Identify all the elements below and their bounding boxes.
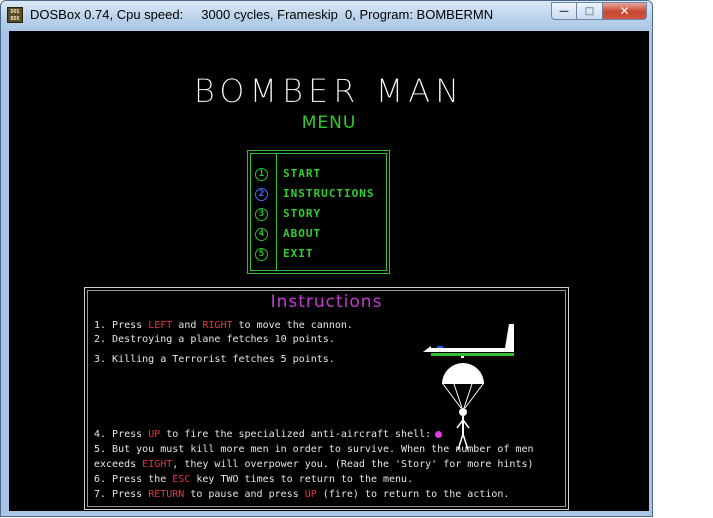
- menu-label-story: STORY: [283, 207, 322, 220]
- main-menu: 1 START 2 INSTRUCTIONS 3 STORY 4 ABOUT 5…: [247, 150, 390, 274]
- dosbox-icon[interactable]: DOS BOX: [7, 7, 23, 23]
- icon-text-top: DOS: [10, 9, 20, 15]
- window-controls: — □ ✕: [551, 2, 647, 20]
- menu-number-4: 4: [255, 228, 268, 241]
- title-bar[interactable]: DOS BOX DOSBox 0.74, Cpu speed: 3000 cyc…: [1, 1, 652, 31]
- menu-item-instructions[interactable]: 2 INSTRUCTIONS: [248, 187, 388, 205]
- instruction-line-2: 2. Destroying a plane fetches 10 points.: [94, 334, 335, 345]
- instructions-panel: Instructions 1. Press LEFT and RIGHT to …: [84, 287, 569, 510]
- instruction-line-1: 1. Press LEFT and RIGHT to move the cann…: [94, 320, 353, 331]
- menu-label-start: START: [283, 167, 322, 180]
- menu-number-3: 3: [255, 208, 268, 221]
- dosbox-window: DOS BOX DOSBox 0.74, Cpu speed: 3000 cyc…: [0, 0, 653, 517]
- menu-label-about: ABOUT: [283, 227, 322, 240]
- instruction-line-3: 3. Killing a Terrorist fetches 5 points.: [94, 354, 335, 365]
- menu-number-2: 2: [255, 188, 268, 201]
- window-title: DOSBox 0.74, Cpu speed: 3000 cycles, Fra…: [30, 7, 494, 22]
- instruction-line-7: 7. Press RETURN to pause and press UP (f…: [94, 489, 510, 500]
- menu-title: MENU: [301, 113, 357, 133]
- menu-item-start[interactable]: 1 START: [248, 167, 388, 185]
- menu-item-exit[interactable]: 5 EXIT: [248, 247, 388, 265]
- menu-item-story[interactable]: 3 STORY: [248, 207, 388, 225]
- icon-text-bottom: BOX: [10, 16, 20, 22]
- close-button[interactable]: ✕: [603, 2, 647, 20]
- plane-icon: [423, 324, 514, 358]
- shell-icon: [435, 430, 443, 438]
- instruction-line-5: 5. But you must kill more men in order t…: [94, 444, 534, 455]
- instruction-line-4: 4. Press UP to fire the specialized anti…: [94, 429, 443, 440]
- instructions-title: Instructions: [270, 292, 383, 312]
- instruction-line-6: 6. Press the ESC key TWO times to return…: [94, 474, 414, 485]
- menu-number-5: 5: [255, 248, 268, 261]
- dos-screen[interactable]: BOMBER MAN MENU 1 START 2 INSTRUCTIONS 3…: [9, 31, 649, 511]
- menu-label-exit: EXIT: [283, 247, 314, 260]
- parachute-terrorist-icon: [442, 363, 484, 451]
- menu-label-instructions: INSTRUCTIONS: [283, 187, 375, 200]
- minimize-button[interactable]: —: [551, 2, 577, 20]
- maximize-button[interactable]: □: [577, 2, 603, 20]
- menu-item-about[interactable]: 4 ABOUT: [248, 227, 388, 245]
- menu-number-1: 1: [255, 168, 268, 181]
- instruction-line-5-cont: exceeds EIGHT, they will overpower you. …: [94, 459, 534, 470]
- game-title: BOMBER MAN: [193, 72, 465, 110]
